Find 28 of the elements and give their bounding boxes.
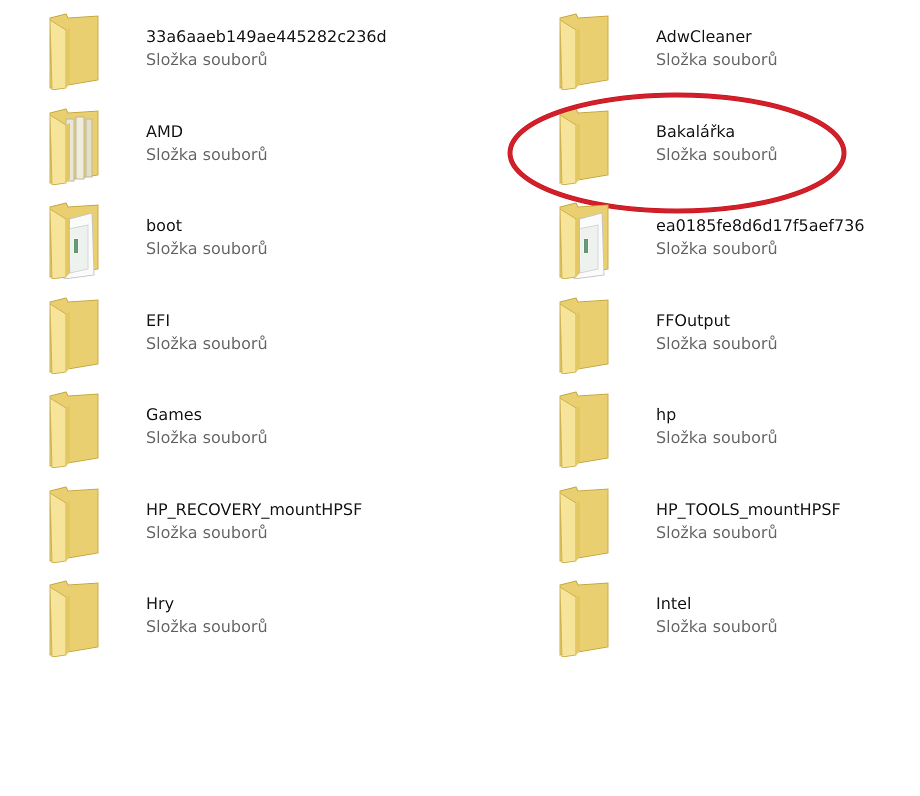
folder-name[interactable]: hp	[656, 403, 778, 426]
folder-name[interactable]: 33a6aaeb149ae445282c236d	[146, 25, 387, 48]
folder-type: Složka souborů	[146, 427, 268, 450]
folder-type: Složka souborů	[656, 616, 778, 638]
folder-type: Složka souborů	[146, 522, 269, 544]
folder-type: Složka souborů	[146, 144, 268, 166]
folder-type: Složka souborů	[656, 144, 778, 166]
folder-name[interactable]: AdwCleaner	[656, 25, 778, 48]
folder-name[interactable]: Bakalářka	[656, 120, 778, 143]
folder-type: Složka souborů	[656, 238, 779, 260]
folder-type: Složka souborů	[146, 332, 268, 355]
folder-type: Složka souborů	[656, 332, 778, 355]
folder-name[interactable]: EFI	[146, 308, 268, 332]
folder-type: Složka souborů	[656, 427, 778, 450]
folder-name[interactable]: HP_RECOVERY_mountHPSF	[146, 498, 362, 521]
folder-name[interactable]: boot	[146, 214, 268, 238]
folder-name[interactable]: ea0185fe8d6d17f5aef736	[656, 214, 865, 238]
folder-type: Složka souborů	[146, 49, 269, 72]
folder-name[interactable]: Intel	[656, 592, 778, 616]
folder-type: Složka souborů	[146, 238, 268, 260]
folder-name[interactable]: Games	[146, 403, 268, 426]
folder-type: Složka souborů	[146, 616, 268, 638]
folder-name[interactable]: HP_TOOLS_mountHPSF	[656, 498, 841, 521]
folder-type: Složka souborů	[656, 522, 779, 544]
folder-name[interactable]: AMD	[146, 120, 268, 143]
folder-name[interactable]: FFOutput	[656, 308, 778, 332]
folder-type: Složka souborů	[656, 49, 778, 72]
folder-name[interactable]: Hry	[146, 592, 268, 616]
